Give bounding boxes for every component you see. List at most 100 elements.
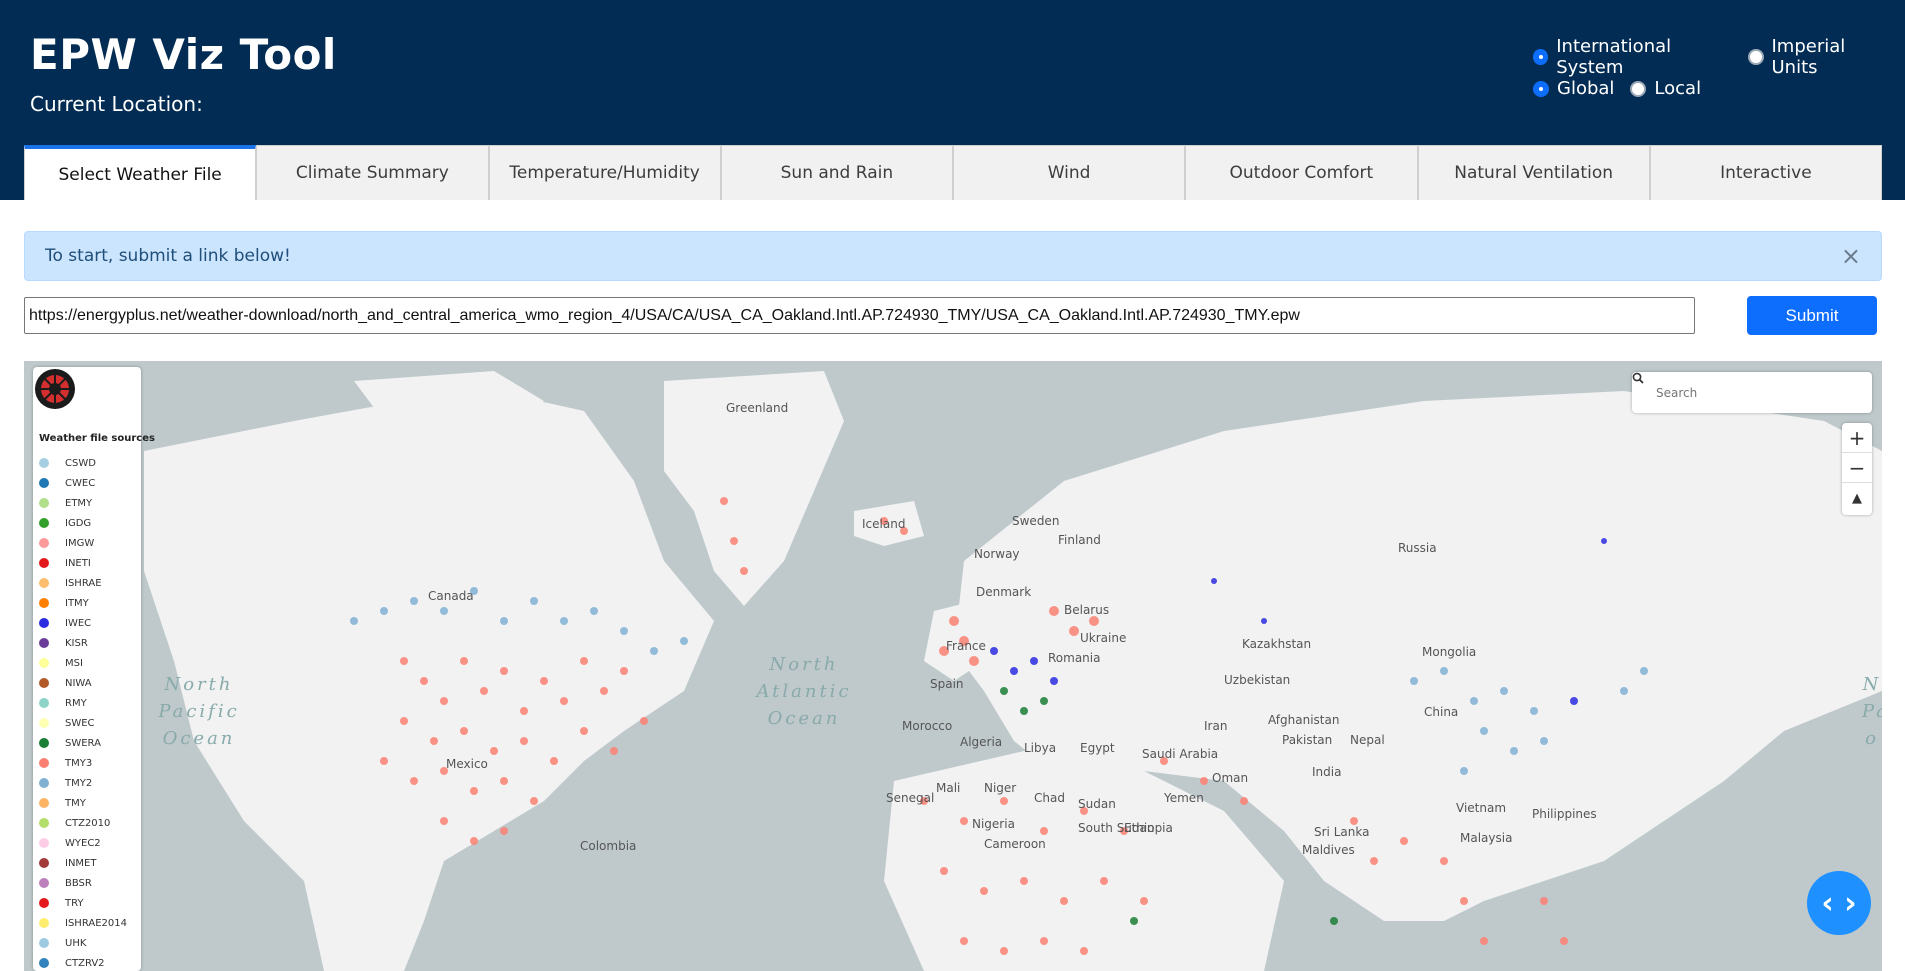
map-label-pakistan: Pakistan [1282,733,1333,747]
map-label-romania: Romania [1048,651,1101,665]
map-label-denmark: Denmark [976,585,1032,599]
legend-item-ctz2010: CTZ2010 [39,813,127,833]
alert-text: To start, submit a link below! [45,246,291,266]
tab-wind[interactable]: Wind [953,145,1186,200]
map-label-china: China [1424,705,1459,719]
map-label-greenland: Greenland [726,401,789,415]
units-international-label: International System [1556,36,1672,78]
tab-natural-ventilation[interactable]: Natural Ventilation [1417,145,1650,200]
legend-item-itmy: ITMY [39,593,127,613]
map-search-input[interactable] [1656,385,1836,400]
legend-swatch [39,818,49,828]
legend-label: IWEC [65,617,92,629]
legend-label: IMGW [65,537,95,549]
legend-item-niwa: NIWA [39,673,127,693]
legend-item-ineti: INETI [39,553,127,573]
legend-item-ctzrv2: CTZRV2 [39,953,127,971]
legend-label: MSI [65,657,83,669]
radio-selected-icon[interactable] [1533,49,1549,65]
legend-swatch [39,478,49,488]
legend-label: CTZ2010 [65,817,111,829]
legend-swatch [39,618,49,628]
legend-label: TMY3 [65,757,93,769]
scope-global-label: Global [1557,78,1615,99]
map-label-libya: Libya [1024,741,1057,755]
map-label-ocean-edge: N Pa o [1862,674,1882,749]
legend-swatch [39,538,49,548]
map-label-morocco: Morocco [902,719,953,733]
main-tabs: Select Weather File Climate Summary Temp… [24,145,1882,200]
legend-swatch [39,498,49,508]
map-label-russia: Russia [1398,541,1437,555]
legend-item-imgw: IMGW [39,533,127,553]
legend-swatch [39,578,49,588]
legend-swatch [39,898,49,908]
radio-selected-icon[interactable] [1533,80,1549,97]
map-label-iceland: Iceland [862,517,906,531]
scope-local-option[interactable]: Local [1630,78,1701,99]
tab-climate-summary[interactable]: Climate Summary [256,145,489,200]
legend-item-igdg: IGDG [39,513,127,533]
legend-item-swec: SWEC [39,713,127,733]
units-radio-group: International System Imperial Units [1533,36,1905,78]
map-label-malaysia: Malaysia [1460,831,1513,845]
legend-swatch [39,878,49,888]
legend-swatch [39,658,49,668]
legend-label: TMY2 [65,777,93,789]
map-label-north-atlantic: North Atlantic Ocean [756,654,852,729]
search-icon [1632,372,1644,384]
legend-item-rmy: RMY [39,693,127,713]
legend-swatch [39,518,49,528]
map-label-canada: Canada [428,589,474,603]
scope-global-option[interactable]: Global [1533,78,1614,99]
world-map-canvas[interactable] [24,361,1882,971]
legend-item-tmy2: TMY2 [39,773,127,793]
legend-swatch [39,678,49,688]
legend-swatch [39,458,49,468]
tab-interactive[interactable]: Interactive [1649,145,1882,200]
compass-reset-button[interactable]: ▲ [1842,483,1872,513]
legend-label: INETI [65,557,91,569]
legend-item-inmet: INMET [39,853,127,873]
legend-label: ISHRAE [65,577,102,589]
units-international-option[interactable]: International System [1533,36,1732,78]
map-label-mongolia: Mongolia [1422,645,1477,659]
legend-item-tmy: TMY [39,793,127,813]
scope-local-label: Local [1654,78,1702,99]
legend-swatch [39,638,49,648]
legend-label: RMY [65,697,87,709]
code-toggle-button[interactable]: ‹ › [1807,871,1871,935]
tab-select-weather-file[interactable]: Select Weather File [24,145,257,200]
legend-list: CSWD CWEC ETMY IGDG IMGW INETI ISHRAE ITMY IWEC K… [39,453,127,971]
map-label-sudan: Sudan [1078,797,1116,811]
legend-label: TRY [65,897,84,909]
radio-unselected-icon[interactable] [1748,49,1764,65]
tab-outdoor-comfort[interactable]: Outdoor Comfort [1185,145,1418,200]
legend-item-bbsr: BBSR [39,873,127,893]
units-imperial-option[interactable]: Imperial Units [1748,36,1889,78]
legend-swatch [39,778,49,788]
radio-unselected-icon[interactable] [1630,80,1647,97]
legend-swatch [39,798,49,808]
zoom-in-button[interactable]: + [1842,423,1872,453]
legend-swatch [39,958,49,968]
weather-station-map[interactable]: Greenland Canada Iceland Sweden Norway F… [24,361,1882,971]
legend-label: NIWA [65,677,92,689]
tab-temperature-humidity[interactable]: Temperature/Humidity [488,145,721,200]
map-label-north-pacific: North Pacific Ocean [158,674,240,749]
legend-label: INMET [65,857,97,869]
map-label-nigeria: Nigeria [972,817,1015,831]
zoom-controls: + − ▲ [1842,423,1872,515]
map-search-box[interactable] [1632,372,1872,413]
legend-label: WYEC2 [65,837,101,849]
epw-url-input[interactable] [24,297,1695,334]
tab-sun-and-rain[interactable]: Sun and Rain [720,145,953,200]
legend-title: Weather file sources [39,433,155,444]
submit-button[interactable]: Submit [1747,296,1877,335]
map-label-afghanistan: Afghanistan [1268,713,1340,727]
close-icon[interactable]: × [1841,242,1861,270]
map-label-colombia: Colombia [580,839,637,853]
legend-swatch [39,918,49,928]
zoom-out-button[interactable]: − [1842,453,1872,483]
legend-swatch [39,838,49,848]
